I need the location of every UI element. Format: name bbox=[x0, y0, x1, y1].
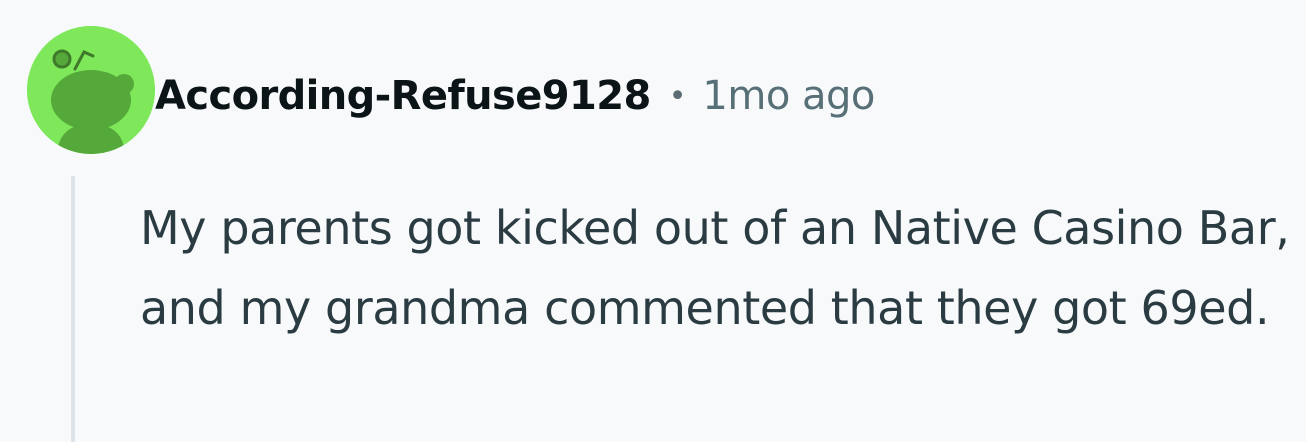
username-link[interactable]: According-Refuse9128 bbox=[155, 73, 651, 119]
comment-meta: According-Refuse9128 • 1mo ago bbox=[155, 66, 875, 126]
comment-body: My parents got kicked out of an Native C… bbox=[140, 201, 1290, 335]
comment: According-Refuse9128 • 1mo ago My parent… bbox=[0, 0, 1306, 442]
user-avatar[interactable] bbox=[27, 26, 155, 154]
reddit-snoo-avatar-icon bbox=[27, 26, 155, 154]
meta-separator: • bbox=[668, 78, 687, 114]
timestamp-link[interactable]: 1mo ago bbox=[702, 73, 875, 119]
thread-line[interactable] bbox=[71, 176, 75, 442]
